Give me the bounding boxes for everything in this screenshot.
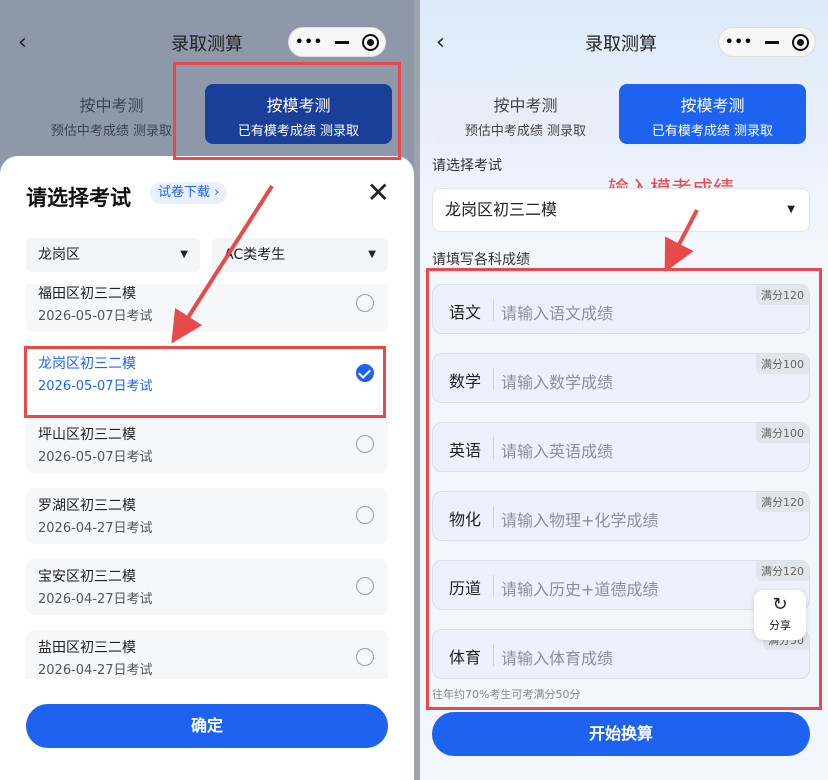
- exam-item[interactable]: 盐田区初三二模 2026-04-27日考试: [26, 630, 388, 679]
- highlight-box: [24, 346, 386, 418]
- exam-item[interactable]: 坪山区初三二模 2026-05-07日考试: [26, 417, 388, 473]
- scores-section-label: 请填写各科成绩: [432, 252, 530, 268]
- caret-down-icon: ▼: [180, 249, 188, 260]
- exam-name: 盐田区初三二模: [38, 640, 136, 656]
- exam-select-sheet: 请选择考试 试卷下载 › ✕ 龙岗区 ▼ AC类考生 ▼ 福田区初三二模 202…: [0, 156, 414, 780]
- highlight-box: [426, 268, 822, 710]
- exam-date: 2026-05-07日考试: [38, 450, 153, 465]
- exam-name: 坪山区初三二模: [38, 427, 136, 443]
- highlight-box: [173, 62, 401, 160]
- download-papers-link[interactable]: 试卷下载 ›: [150, 182, 228, 204]
- tab-label: 按中考测: [493, 96, 558, 115]
- tab-zhongkao[interactable]: 按中考测 预估中考成绩 测录取: [432, 84, 619, 144]
- exam-dropdown-value: 龙岗区初三二模: [445, 200, 558, 219]
- exam-name: 宝安区初三二模: [38, 569, 136, 585]
- exam-date: 2026-04-27日考试: [38, 592, 153, 607]
- confirm-button[interactable]: 确定: [26, 704, 388, 748]
- exam-date: 2026-04-27日考试: [38, 663, 153, 678]
- exam-list: 福田区初三二模 2026-05-07日考试 龙岗区初三二模 2026-05-07…: [0, 284, 414, 679]
- close-target-icon[interactable]: [361, 33, 379, 51]
- tab-desc: 预估中考成绩 测录取: [464, 124, 587, 139]
- exam-item[interactable]: 罗湖区初三二模 2026-04-27日考试: [26, 488, 388, 544]
- nav-bar: ‹ 录取测算 •••: [414, 0, 828, 86]
- tab-mokao[interactable]: 按模考测 已有模考成绩 测录取: [619, 84, 806, 144]
- sheet-title: 请选择考试: [26, 186, 131, 210]
- close-icon[interactable]: ✕: [367, 176, 390, 209]
- exam-section-label: 请选择考试: [432, 158, 502, 174]
- radio[interactable]: [356, 648, 374, 666]
- exam-date: 2026-05-07日考试: [38, 309, 153, 324]
- category-value: AC类考生: [224, 247, 286, 263]
- caret-down-icon: ▼: [787, 204, 795, 215]
- exam-dropdown[interactable]: 龙岗区初三二模 ▼: [432, 188, 810, 232]
- tab-label: 按模考测: [680, 96, 745, 115]
- exam-name: 福田区初三二模: [38, 286, 136, 302]
- exam-name: 罗湖区初三二模: [38, 498, 136, 514]
- start-calc-button[interactable]: 开始换算: [432, 712, 810, 756]
- district-select[interactable]: 龙岗区 ▼: [26, 238, 200, 272]
- radio[interactable]: [356, 435, 374, 453]
- minimize-icon[interactable]: [765, 40, 780, 44]
- left-screen: ‹ 录取测算 ••• 按中考测 预估中考成绩 测录取 按模考测 已有模考成绩 测…: [0, 0, 414, 780]
- radio[interactable]: [356, 577, 374, 595]
- mode-tabs: 按中考测 预估中考成绩 测录取 按模考测 已有模考成绩 测录取: [432, 84, 806, 144]
- district-value: 龙岗区: [38, 247, 80, 263]
- mini-program-capsule: •••: [718, 27, 816, 57]
- exam-item[interactable]: 宝安区初三二模 2026-04-27日考试: [26, 559, 388, 615]
- close-target-icon[interactable]: [791, 33, 809, 51]
- more-icon[interactable]: •••: [295, 35, 323, 50]
- category-select[interactable]: AC类考生 ▼: [212, 238, 388, 272]
- caret-down-icon: ▼: [368, 249, 376, 260]
- exam-date: 2026-04-27日考试: [38, 521, 153, 536]
- mini-program-capsule: •••: [288, 27, 386, 57]
- radio[interactable]: [356, 506, 374, 524]
- exam-item[interactable]: 福田区初三二模 2026-05-07日考试: [26, 284, 388, 332]
- minimize-icon[interactable]: [335, 40, 350, 44]
- tab-desc: 已有模考成绩 测录取: [651, 124, 774, 139]
- radio[interactable]: [356, 294, 374, 312]
- more-icon[interactable]: •••: [725, 35, 753, 50]
